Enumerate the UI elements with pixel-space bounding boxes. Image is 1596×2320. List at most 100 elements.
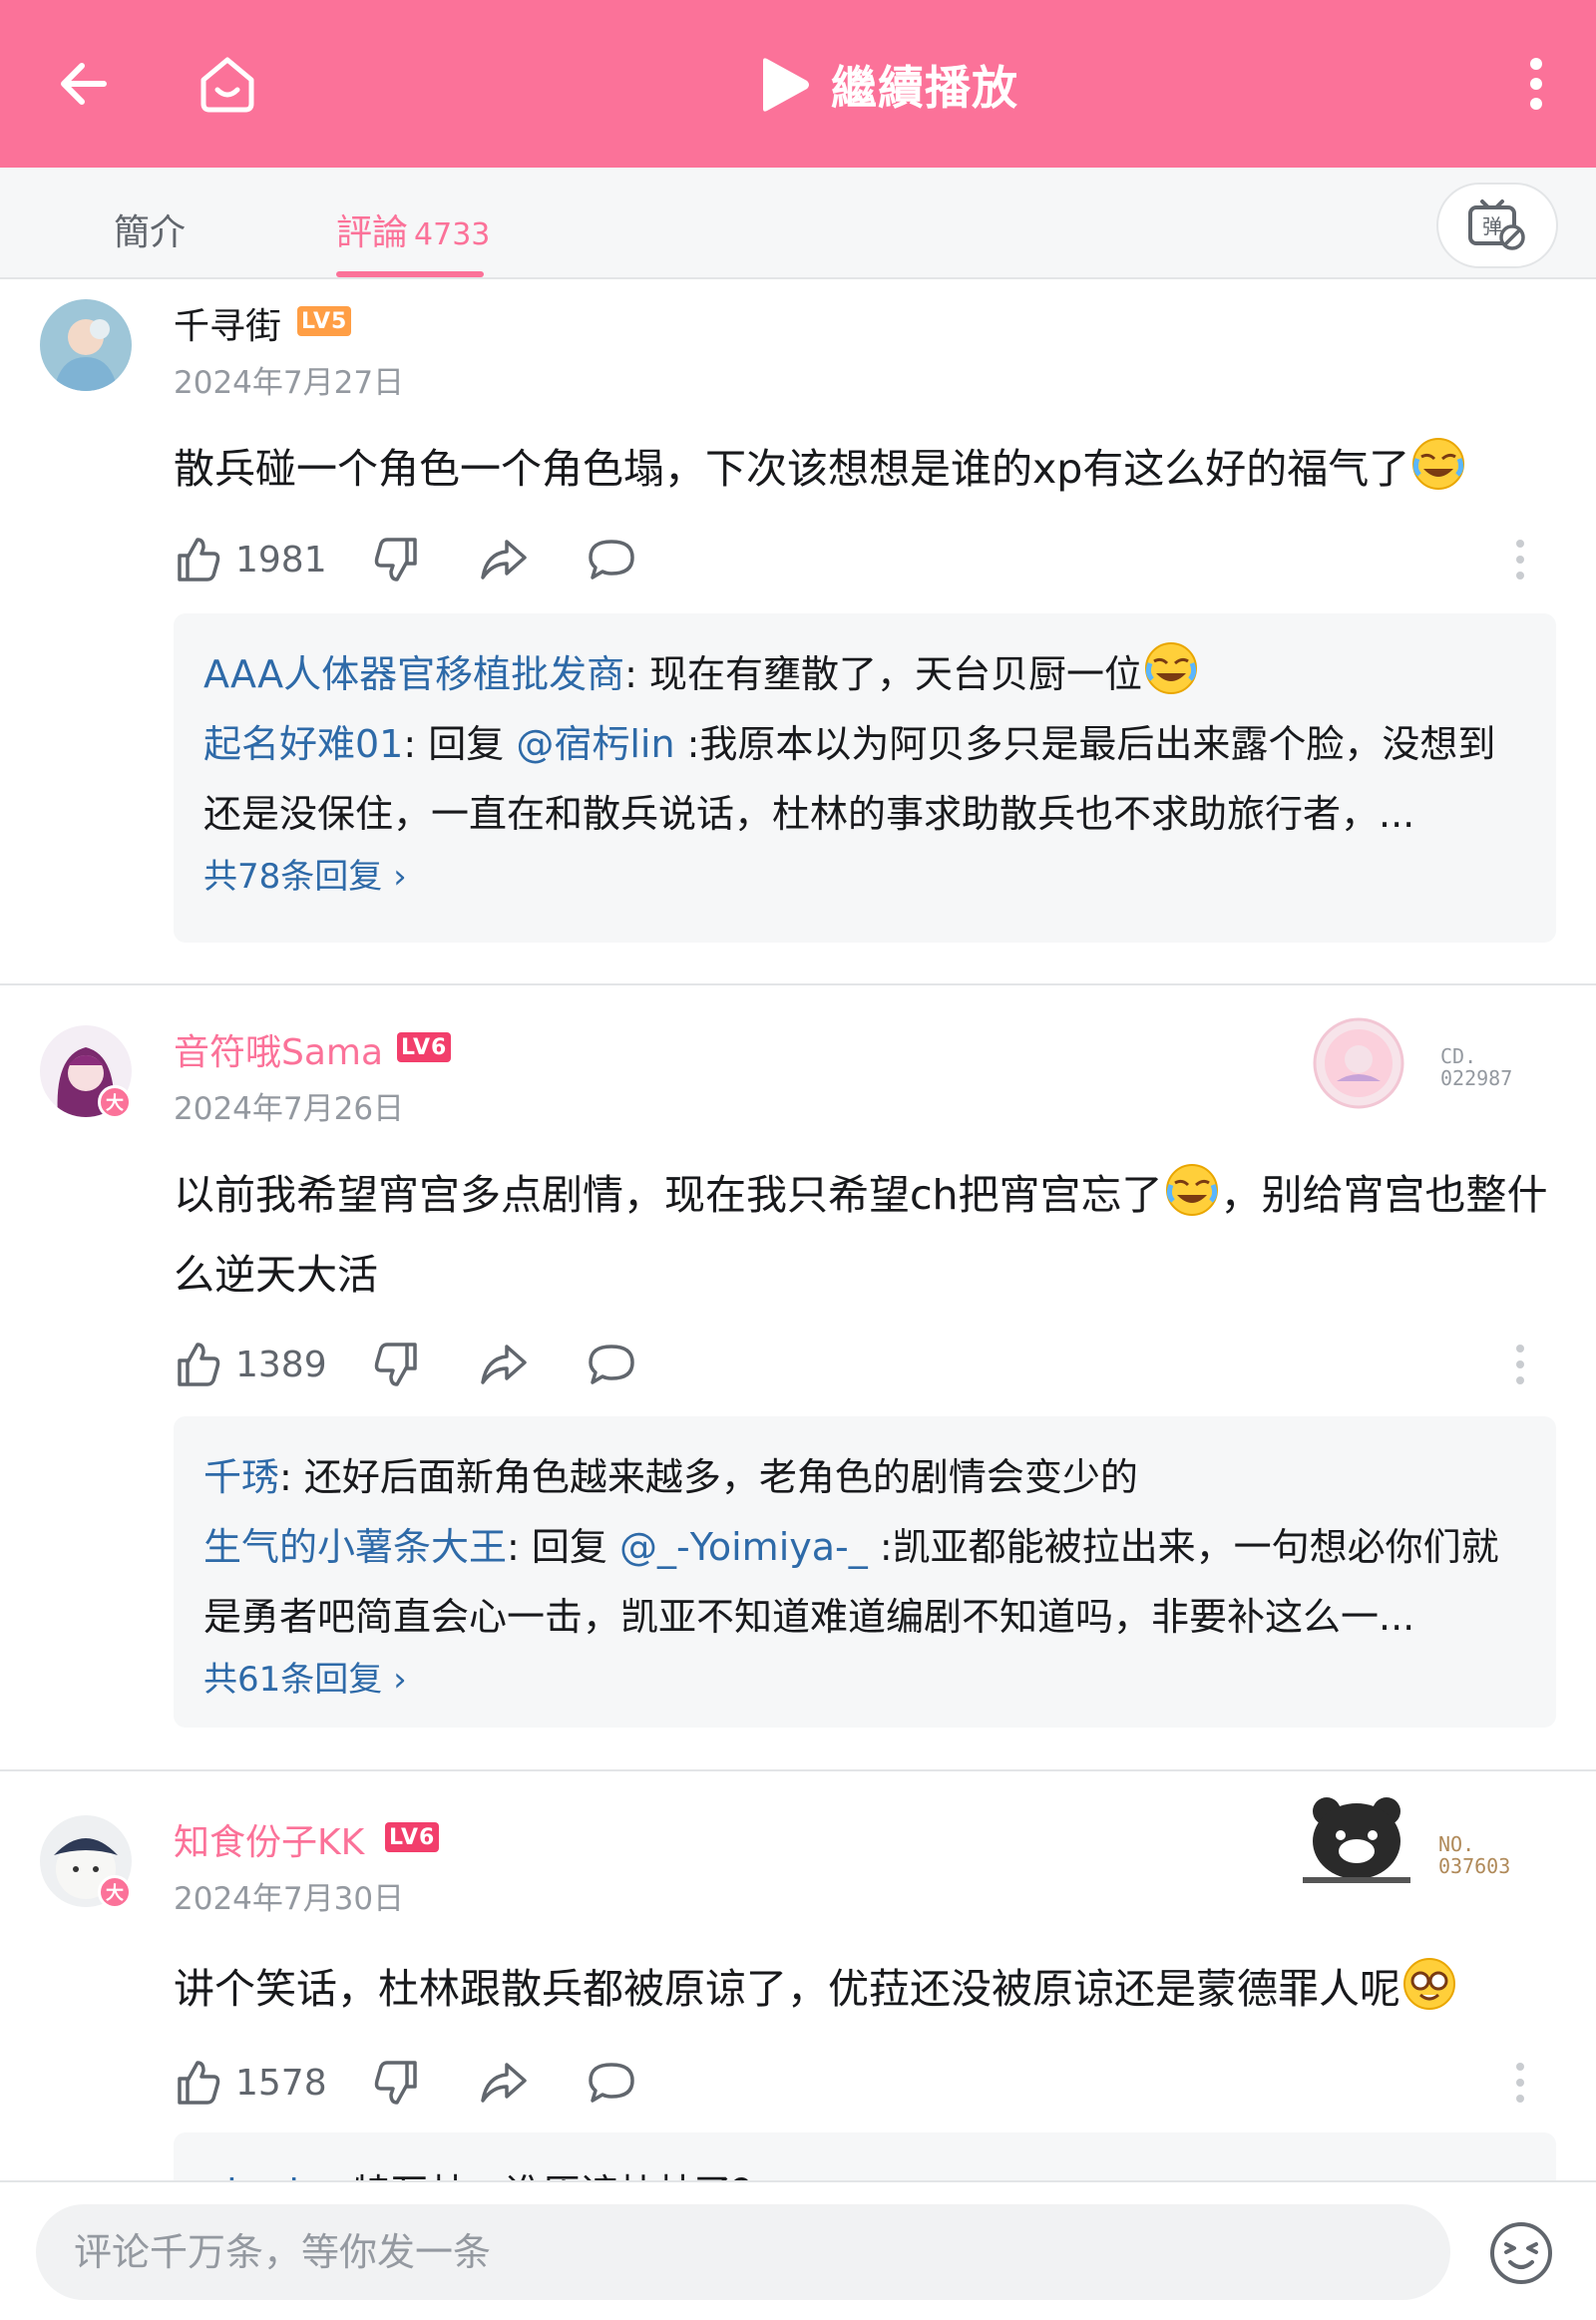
username[interactable]: 知食份子KK bbox=[174, 1813, 364, 1865]
reply-prefix: 回复 bbox=[531, 1525, 619, 1569]
reply-author[interactable]: 千琇 bbox=[203, 1455, 279, 1499]
chat-bubble-icon bbox=[589, 2063, 634, 2103]
like-count: 1389 bbox=[235, 1344, 327, 1385]
like-button[interactable]: 1981 bbox=[174, 532, 327, 587]
continue-play-label: 繼續播放 bbox=[831, 61, 1018, 115]
danmaku-toggle-button[interactable]: 弹 bbox=[1436, 183, 1558, 268]
tab-bar: 簡介 評論 4733 bbox=[0, 168, 1596, 279]
reply-author[interactable]: AAA人体器官移植批发商 bbox=[203, 652, 624, 696]
reply-button[interactable] bbox=[587, 1337, 636, 1392]
laugh-cry-emoji-icon bbox=[1412, 438, 1465, 490]
username[interactable]: 千寻街 bbox=[174, 297, 281, 349]
chat-bubble-icon bbox=[589, 540, 634, 580]
like-count: 1981 bbox=[235, 539, 327, 580]
top-bar: 繼續播放 bbox=[0, 0, 1596, 168]
comment-more-icon[interactable] bbox=[1514, 2055, 1526, 2111]
thumbs-up-icon bbox=[178, 1343, 220, 1386]
reply-prefix: 回复 bbox=[428, 722, 517, 766]
reply-sep: : bbox=[507, 1525, 532, 1569]
bear-fan-badge-icon bbox=[1303, 1797, 1410, 1883]
comments-count: 4733 bbox=[414, 217, 491, 252]
active-tab-indicator bbox=[336, 271, 484, 277]
share-button[interactable] bbox=[479, 2055, 529, 2111]
vip-badge: 大 bbox=[98, 1875, 132, 1909]
tab-comments-label: 評論 bbox=[336, 212, 409, 253]
nerd-emoji-icon bbox=[1403, 1958, 1455, 2010]
comment-divider bbox=[0, 983, 1596, 985]
level-badge: LV5 bbox=[297, 306, 352, 336]
like-button[interactable]: 1389 bbox=[174, 1337, 327, 1392]
back-arrow-icon[interactable] bbox=[44, 44, 124, 124]
comment-more-icon[interactable] bbox=[1514, 532, 1526, 587]
mention-link[interactable]: @_-Yoimiya-_ bbox=[619, 1525, 868, 1569]
comment-input[interactable] bbox=[36, 2204, 1450, 2300]
dislike-button[interactable] bbox=[373, 1337, 421, 1392]
vip-badge: 大 bbox=[98, 1085, 132, 1119]
emoji-face-icon[interactable] bbox=[1486, 2218, 1556, 2288]
reply-sep: : bbox=[624, 652, 649, 696]
thumbs-down-icon bbox=[374, 1343, 417, 1386]
comment-text: 以前我希望宵宫多点剧情，现在我只希望ch把宵宫忘了 ，别给宵宫也整什么逆天大活 bbox=[174, 1155, 1550, 1315]
mention-link[interactable]: @宿杇lin bbox=[516, 722, 674, 766]
share-icon bbox=[481, 1345, 527, 1384]
reply-author[interactable]: 起名好难01 bbox=[203, 722, 403, 766]
reply-preview-box[interactable]: 千琇: 还好后面新角色越来越多，老角色的剧情会变少的 生气的小薯条大王: 回复 … bbox=[174, 1416, 1556, 1728]
view-all-replies-link[interactable]: 共78条回复 › bbox=[203, 849, 1526, 905]
comment-actions: 1389 bbox=[174, 1337, 1570, 1392]
share-icon bbox=[481, 2063, 527, 2103]
thumbs-up-icon bbox=[178, 538, 220, 581]
reply-line: AAA人体器官移植批发商: 现在有壅散了，天台贝厨一位 bbox=[203, 639, 1526, 709]
avatar[interactable] bbox=[40, 299, 132, 391]
level-badge: LV6 bbox=[397, 1032, 452, 1062]
fan-badge-number: NO. 037603 bbox=[1438, 1832, 1511, 1878]
continue-play-button[interactable]: 繼續播放 bbox=[753, 50, 1018, 120]
comment-more-icon[interactable] bbox=[1514, 1337, 1526, 1392]
comment-text-body: 散兵碰一个角色一个角色塌，下次该想想是谁的xp有这么好的福气了 bbox=[174, 445, 1410, 493]
reply-author[interactable]: 生气的小薯条大王 bbox=[203, 1525, 507, 1569]
reply-line: 起名好难01: 回复 @宿杇lin :我原本以为阿贝多只是最后出来露个脸，没想到… bbox=[203, 709, 1526, 849]
fan-badge: NO. 037603 bbox=[1297, 1791, 1546, 1891]
chat-bubble-icon bbox=[589, 1345, 634, 1384]
tab-comments[interactable]: 評論 4733 bbox=[336, 203, 490, 255]
comment-text-body: 讲个笑话，杜林跟散兵都被原谅了，优菈还没被原谅还是蒙德罪人呢 bbox=[174, 1965, 1400, 2013]
thumbs-up-icon bbox=[178, 2061, 220, 2105]
play-icon bbox=[763, 58, 809, 112]
comment-divider bbox=[0, 1769, 1596, 1771]
more-vertical-icon[interactable] bbox=[1496, 44, 1576, 124]
comment-text-body: 以前我希望宵宫多点剧情，现在我只希望ch把宵宫忘了 bbox=[174, 1171, 1163, 1219]
reply-sep: : bbox=[403, 722, 429, 766]
share-icon bbox=[481, 540, 527, 580]
reply-button[interactable] bbox=[587, 532, 636, 587]
reply-preview-box[interactable]: AAA人体器官移植批发商: 现在有壅散了，天台贝厨一位 起名好难01: 回复 @… bbox=[174, 613, 1556, 943]
like-count: 1578 bbox=[235, 2062, 327, 2104]
share-button[interactable] bbox=[479, 1337, 529, 1392]
reply-line: 千琇: 还好后面新角色越来越多，老角色的剧情会变少的 bbox=[203, 1442, 1526, 1512]
comment-date: 2024年7月26日 bbox=[174, 1091, 405, 1127]
tab-intro[interactable]: 簡介 bbox=[114, 203, 186, 255]
dislike-button[interactable] bbox=[373, 532, 421, 587]
reply-button[interactable] bbox=[587, 2055, 636, 2111]
danmaku-off-icon: 弹 bbox=[1468, 199, 1525, 250]
fan-badge-icon bbox=[1313, 1017, 1404, 1109]
svg-text:弹: 弹 bbox=[1482, 214, 1502, 238]
view-all-replies-link[interactable]: 共61条回复 › bbox=[203, 1652, 1526, 1708]
laugh-cry-emoji-icon bbox=[1165, 1164, 1218, 1216]
fan-badge-number: CD. 022987 bbox=[1440, 1044, 1513, 1090]
laugh-cry-emoji-icon bbox=[1145, 642, 1198, 694]
home-tv-icon[interactable] bbox=[188, 44, 267, 124]
reply-line: 生气的小薯条大王: 回复 @_-Yoimiya-_ :凯亚都能被拉出来，一句想必… bbox=[203, 1512, 1526, 1652]
share-button[interactable] bbox=[479, 532, 529, 587]
comment-text: 散兵碰一个角色一个角色塌，下次该想想是谁的xp有这么好的福气了 bbox=[174, 429, 1550, 509]
thumbs-down-icon bbox=[374, 2061, 417, 2105]
tab-intro-label: 簡介 bbox=[114, 212, 187, 253]
like-button[interactable]: 1578 bbox=[174, 2055, 327, 2111]
reply-sep: : bbox=[279, 1455, 304, 1499]
dislike-button[interactable] bbox=[373, 2055, 421, 2111]
comment-actions: 1981 bbox=[174, 532, 1570, 587]
comment-actions: 1578 bbox=[174, 2055, 1570, 2111]
reply-content: 现在有壅散了，天台贝厨一位 bbox=[649, 652, 1143, 696]
comment-input-bar bbox=[0, 2180, 1596, 2320]
comment-text: 讲个笑话，杜林跟散兵都被原谅了，优菈还没被原谅还是蒙德罪人呢 bbox=[174, 1949, 1550, 2029]
reply-content: 还好后面新角色越来越多，老角色的剧情会变少的 bbox=[303, 1455, 1138, 1499]
username[interactable]: 音符哦Sama bbox=[174, 1023, 383, 1075]
